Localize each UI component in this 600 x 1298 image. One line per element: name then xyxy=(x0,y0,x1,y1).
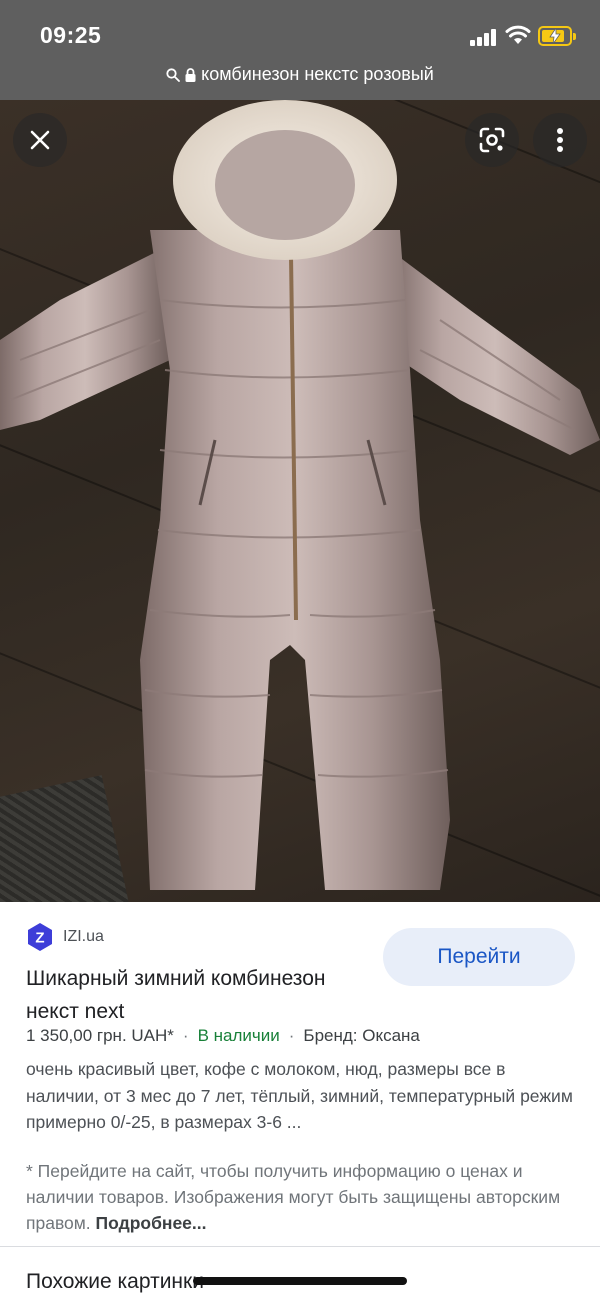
result-description: очень красивый цвет, кофе с молоком, нюд… xyxy=(26,1059,573,1132)
meta-separator: · xyxy=(288,1026,295,1045)
meta-separator: · xyxy=(182,1026,189,1045)
product-image[interactable] xyxy=(0,100,600,902)
search-icon xyxy=(166,68,181,83)
home-indicator[interactable] xyxy=(193,1277,407,1285)
search-query: комбинезон некстс розовый xyxy=(201,64,434,84)
divider xyxy=(0,1246,600,1247)
google-lens-icon xyxy=(479,127,505,153)
visit-site-button[interactable]: Перейти xyxy=(383,928,575,986)
similar-images-heading: Похожие картинки xyxy=(26,1270,204,1293)
source-name[interactable]: IZI.ua xyxy=(63,928,104,946)
more-options-button[interactable] xyxy=(533,113,587,167)
status-time: 09:25 xyxy=(40,22,102,48)
address-bar[interactable]: комбинезон некстс розовый xyxy=(0,64,600,85)
brand: Бренд: Оксана xyxy=(303,1026,420,1045)
availability-status: В наличии xyxy=(197,1026,280,1045)
close-icon xyxy=(30,130,50,150)
google-lens-button[interactable] xyxy=(465,113,519,167)
snowsuit-illustration xyxy=(0,100,600,890)
result-info-card: Z IZI.ua Перейти Шикарный зимний комбине… xyxy=(0,902,600,1298)
close-button[interactable] xyxy=(13,113,67,167)
price: 1 350,00 грн. UAH* xyxy=(26,1026,174,1045)
result-title[interactable]: Шикарный зимний комбинезон некст next xyxy=(26,962,366,1028)
browser-top-bar: 09:25 комбинезон некстс розовый xyxy=(0,0,600,100)
source-logo-letter: Z xyxy=(35,930,44,947)
copyright-notice: * Перейдите на сайт, чтобы получить инфо… xyxy=(26,1158,576,1236)
lock-icon xyxy=(185,68,196,83)
wifi-icon xyxy=(505,25,531,44)
battery-charging-icon xyxy=(538,26,576,46)
result-meta: 1 350,00 грн. UAH* · В наличии · Бренд: Окса… xyxy=(26,1026,420,1046)
more-info-link[interactable]: Подробнее... xyxy=(96,1213,207,1233)
more-vertical-icon xyxy=(557,128,563,152)
source-logo: Z xyxy=(28,923,52,951)
cellular-signal-icon xyxy=(470,28,498,46)
